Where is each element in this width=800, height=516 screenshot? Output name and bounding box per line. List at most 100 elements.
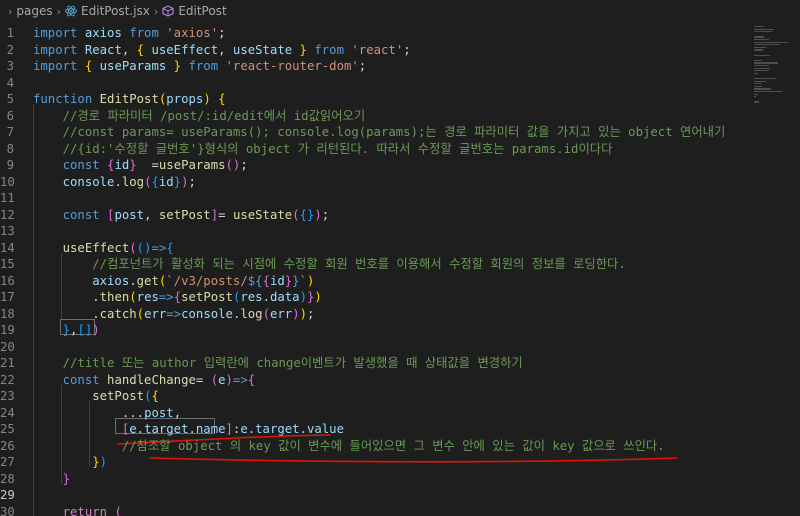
code-line[interactable]: 3 import { useParams } from 'react-router… (0, 58, 750, 75)
code-token: React (77, 42, 122, 57)
code-token: { (99, 158, 115, 172)
code-line[interactable]: 2 import React, { useEffect, useState } f… (0, 42, 750, 59)
code-line[interactable]: 6 //경로 파라미터 /post/:id/edit에서 id값읽어오기 (0, 108, 750, 125)
code-token: } (33, 323, 71, 337)
code-token: } (166, 59, 182, 73)
breadcrumb: › pages › EditPost.jsx › EditPost (0, 0, 800, 22)
code-token: ) (306, 273, 315, 288)
line-number: 2 (6, 42, 14, 57)
code-token: = (195, 372, 211, 387)
line-number: 23 (0, 389, 15, 403)
code-token: const (33, 158, 100, 172)
code-text: import axios from 'axios'; (33, 25, 226, 42)
code-line[interactable]: 10 console.log({id}); (0, 174, 750, 191)
code-line[interactable]: 17 .then(res=>{setPost(res.data)}) (0, 289, 750, 306)
code-token: , (218, 42, 233, 57)
code-token: //{id:'수정할 글번호'}형식의 object 가 리턴된다. 따라서 수… (33, 141, 613, 156)
code-token: //경로 파라미터 /post/:id/edit에서 id값읽어오기 (33, 108, 366, 123)
code-line[interactable]: 28 } (0, 471, 750, 488)
code-text: },[]) (33, 322, 100, 339)
code-editor[interactable]: 1 import axios from 'axios'; 2 import React… (0, 22, 750, 516)
minimap-line (754, 62, 778, 64)
line-number: 30 (0, 504, 15, 516)
line-number: 11 (0, 191, 15, 205)
minimap-line (754, 101, 759, 103)
line-number: 28 (0, 471, 15, 486)
code-token: 'react' (344, 42, 404, 57)
line-number: 13 (0, 224, 15, 238)
code-line[interactable]: 20 (0, 339, 750, 356)
code-line[interactable]: 23 setPost({ (0, 388, 750, 405)
code-line[interactable]: 22 const handleChange= (e)=>{ (0, 372, 750, 389)
code-line[interactable]: 25 [e.target.name]:e.target.value (0, 421, 750, 438)
code-token: e (218, 372, 226, 387)
minimap-line (754, 39, 770, 41)
code-text: console.log({id}); (33, 174, 196, 191)
code-token: import (33, 42, 78, 57)
code-token: err (144, 306, 167, 321)
code-line[interactable]: 26 //참조할 object 의 key 값이 변수에 들어있으면 그 변수 … (0, 438, 750, 455)
code-line[interactable]: 4 (0, 75, 750, 92)
line-number: 29 (0, 488, 15, 502)
code-line[interactable]: 9 const {id} =useParams(); (0, 157, 750, 174)
code-token: => (158, 290, 174, 304)
code-token: 'react-router-dom' (218, 59, 359, 73)
code-line[interactable]: 29 (0, 487, 750, 504)
code-line[interactable]: 15 //컴포넌트가 활성화 되는 시점에 수정할 회원 번호를 이용해서 수정… (0, 256, 750, 273)
code-line[interactable]: 5 function EditPost(props) { (0, 91, 750, 108)
code-line[interactable]: 11 (0, 190, 750, 207)
code-token: { (173, 290, 182, 304)
code-token: , (144, 207, 159, 222)
code-token: { (166, 240, 174, 255)
code-line[interactable]: 30 return ( (0, 504, 750, 516)
code-line[interactable]: 12 const [post, setPost]= useState({}); (0, 207, 750, 224)
code-token: . (136, 422, 145, 436)
code-token: ( (292, 207, 300, 222)
line-number: 10 (0, 174, 15, 189)
line-number: 25 (0, 422, 15, 436)
code-text: import { useParams } from 'react-router-… (33, 58, 366, 75)
code-line[interactable]: 7 //const params= useParams(); console.l… (0, 124, 750, 141)
code-token: { (77, 59, 93, 73)
line-number: 15 (0, 257, 15, 271)
code-token: ( (107, 504, 122, 516)
code-token: useState (232, 42, 293, 57)
code-token: } (33, 471, 71, 486)
minimap[interactable] (750, 22, 800, 516)
code-text: //참조할 object 의 key 값이 변수에 들어있으면 그 변수 안에 … (33, 438, 665, 455)
code-line[interactable]: 14 useEffect(()=>{ (0, 240, 750, 257)
code-token: setPost (33, 389, 145, 403)
code-line[interactable]: 21 //title 또는 author 입력란에 change이벤트가 발생했… (0, 355, 750, 372)
code-token: } (33, 455, 100, 469)
line-number: 16 (0, 273, 15, 288)
breadcrumb-file[interactable]: EditPost.jsx (81, 4, 150, 18)
code-token: import (33, 26, 78, 40)
code-token: import (33, 59, 78, 73)
code-line[interactable]: 16 axios.get(`/v3/posts/${{id}}`) (0, 273, 750, 290)
code-line[interactable]: 13 (0, 223, 750, 240)
chevron-right-icon: › (153, 4, 159, 18)
code-token: target (255, 422, 300, 436)
code-token: . (262, 290, 270, 304)
code-line[interactable]: 8 //{id:'수정할 글번호'}형식의 object 가 리턴된다. 따라서… (0, 141, 750, 158)
code-text: //title 또는 author 입력란에 change이벤트가 발생했을 때… (33, 355, 523, 372)
breadcrumb-symbol[interactable]: EditPost (178, 4, 226, 18)
code-token: const (33, 207, 100, 222)
code-token: () (225, 158, 241, 172)
code-token: ) (299, 306, 307, 321)
code-line[interactable]: 27 }) (0, 454, 750, 471)
code-line[interactable]: 1 import axios from 'axios'; (0, 25, 750, 42)
minimap-line (754, 41, 788, 43)
breadcrumb-folder[interactable]: pages (16, 4, 52, 18)
code-token: ] (225, 422, 233, 436)
code-token: ) (292, 306, 300, 321)
code-line[interactable]: 18 .catch(err=>console.log(err)); (0, 306, 750, 323)
minimap-line (754, 88, 771, 90)
code-line[interactable]: 24 ...post, (0, 405, 750, 422)
code-token: res (240, 290, 263, 304)
code-token: return (33, 504, 108, 516)
code-token: console (181, 306, 233, 321)
code-token: ; (321, 207, 330, 222)
code-line[interactable]: 19 },[]) (0, 322, 750, 339)
code-token: setPost (158, 207, 211, 222)
